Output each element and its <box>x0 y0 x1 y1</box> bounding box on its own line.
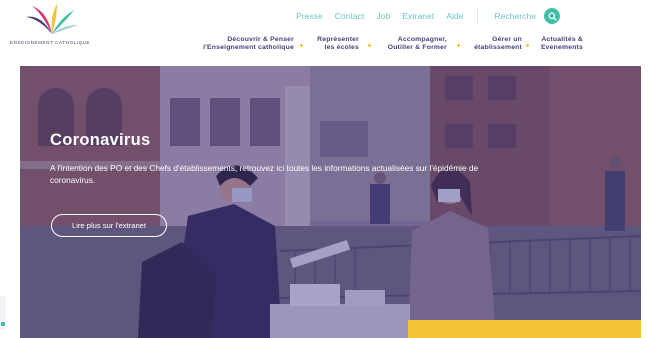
side-widget-tab[interactable] <box>0 296 6 330</box>
utility-link-aide[interactable]: Aide <box>446 11 463 21</box>
nav-item-gerer[interactable]: Gérer un établissement <box>462 36 522 53</box>
utility-link-extranet[interactable]: Extranet <box>402 11 434 21</box>
utility-nav: Presse Contact Job Extranet Aide Recherc… <box>296 8 561 24</box>
logo-mark-icon <box>26 4 78 34</box>
hero-description: A l'intention des PO et des Chefs d'étab… <box>50 163 479 186</box>
nav-separator-dot <box>300 44 303 47</box>
nav-item-line: Actualités & <box>541 36 583 43</box>
utility-link-job[interactable]: Job <box>376 11 390 21</box>
nav-item-line: l'Enseignement catholique <box>203 44 294 52</box>
nav-item-line: Outiller & Former <box>387 44 447 52</box>
nav-item-line: Evenements <box>540 44 583 52</box>
nav-item-line: Découvrir & Penser <box>227 36 294 43</box>
hero-banner: Coronavirus A l'intention des PO et des … <box>20 66 641 338</box>
nav-item-actualites[interactable]: Actualités & Evenements <box>528 36 583 53</box>
hero-title: Coronavirus <box>50 131 151 149</box>
nav-item-line: Accompagner, <box>397 36 447 43</box>
hero-overlay <box>20 66 641 338</box>
news-panel-edge <box>408 320 641 338</box>
nav-item-line: Représenter <box>317 36 359 43</box>
utility-link-presse[interactable]: Presse <box>296 11 323 21</box>
nav-item-line: les écoles <box>324 44 359 52</box>
nav-separator-dot <box>368 44 371 47</box>
nav-item-accompagner[interactable]: Accompagner, Outiller & Former <box>376 36 447 53</box>
utility-divider <box>477 9 479 23</box>
side-widget-icon <box>1 322 5 326</box>
search-icon <box>548 11 557 21</box>
utility-link-contact[interactable]: Contact <box>335 11 365 21</box>
nav-separator-dot <box>457 44 460 47</box>
search-button[interactable] <box>544 8 561 24</box>
read-more-extranet-button[interactable]: Lire plus sur l'extranet <box>51 214 167 237</box>
nav-item-line: Gérer un <box>492 36 522 43</box>
site-logo[interactable]: ENSEIGNEMENT CATHOLIQUE <box>10 2 100 46</box>
nav-item-line: établissement <box>474 44 522 52</box>
logo-text: ENSEIGNEMENT CATHOLIQUE <box>10 40 91 45</box>
nav-item-decouvrir[interactable]: Découvrir & Penser l'Enseignement cathol… <box>176 36 294 53</box>
search-label[interactable]: Recherche <box>494 11 536 21</box>
nav-item-representer[interactable]: Représenter les écoles <box>309 36 359 53</box>
